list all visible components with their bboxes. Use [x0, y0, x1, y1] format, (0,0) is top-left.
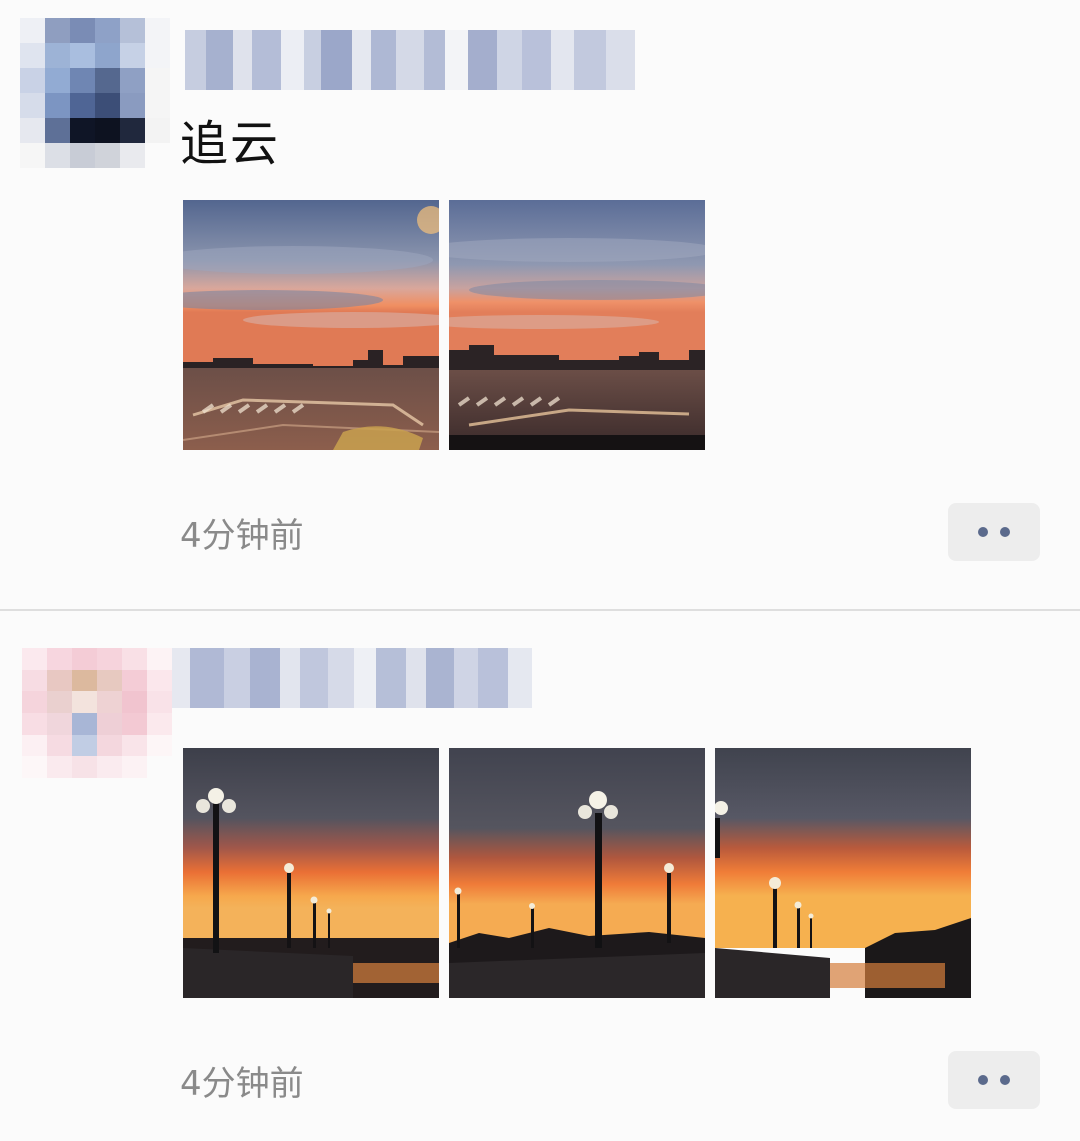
- avatar[interactable]: [20, 18, 170, 168]
- ellipsis-icon: [978, 527, 988, 537]
- ellipsis-icon: [978, 1075, 988, 1085]
- ellipsis-icon: [1000, 527, 1010, 537]
- moments-feed: 追云 4分钟前 4分钟前: [0, 0, 1080, 1141]
- ellipsis-icon: [1000, 1075, 1010, 1085]
- post-timestamp: 4分钟前: [180, 516, 304, 556]
- post-timestamp: 4分钟前: [180, 1064, 304, 1104]
- user-name-blurred[interactable]: [185, 30, 635, 90]
- post-divider: [0, 609, 1080, 611]
- post-photo[interactable]: [183, 200, 439, 450]
- more-actions-button[interactable]: [948, 503, 1040, 561]
- post-photo[interactable]: [449, 200, 705, 450]
- user-name-blurred[interactable]: [172, 648, 532, 708]
- post-caption: 追云: [180, 116, 281, 172]
- post-photo[interactable]: [715, 748, 971, 998]
- more-actions-button[interactable]: [948, 1051, 1040, 1109]
- post-photo[interactable]: [183, 748, 439, 998]
- avatar[interactable]: [22, 648, 172, 778]
- post-photo[interactable]: [449, 748, 705, 998]
- feed-post: 追云 4分钟前: [0, 0, 1080, 610]
